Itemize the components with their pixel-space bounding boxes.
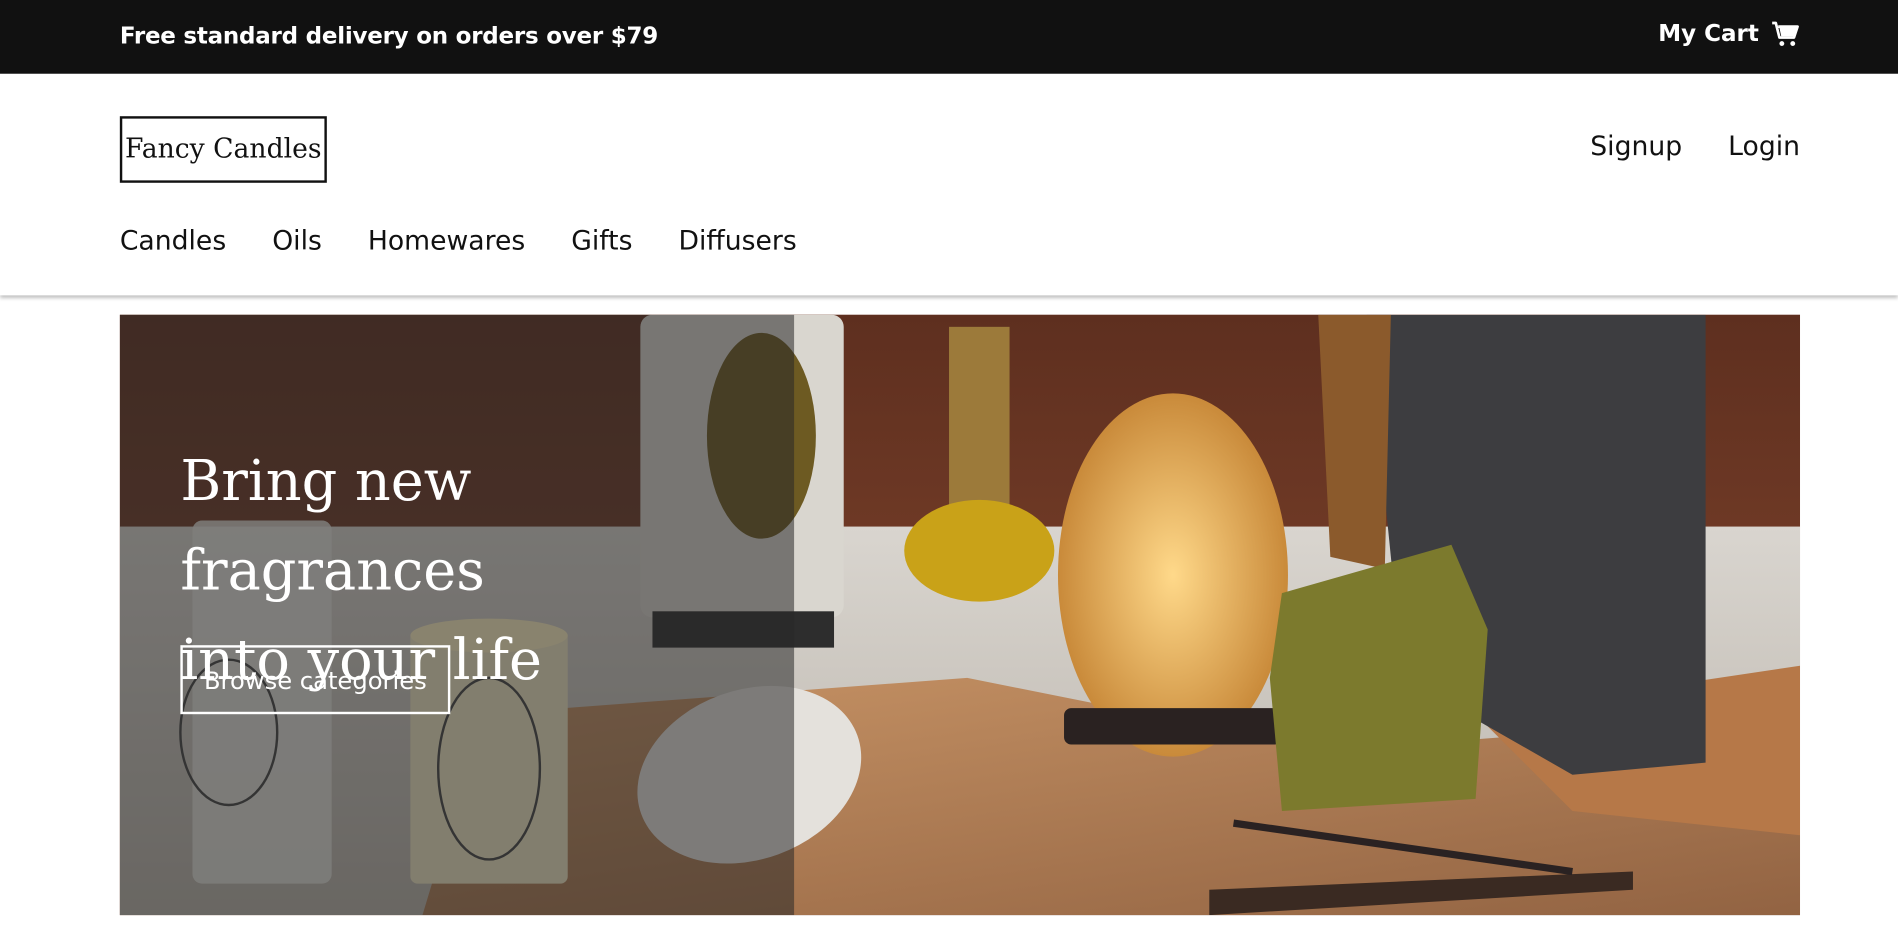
cart-icon [1772, 21, 1799, 46]
nav-item-homewares[interactable]: Homewares [368, 226, 525, 256]
nav-item-diffusers[interactable]: Diffusers [679, 226, 797, 256]
hero-headline-line-1: Bring new fragrances [180, 447, 485, 603]
nav-item-oils[interactable]: Oils [272, 226, 322, 256]
login-link[interactable]: Login [1728, 132, 1800, 162]
signup-link[interactable]: Signup [1590, 132, 1682, 162]
nav-item-candles[interactable]: Candles [120, 226, 226, 256]
nav-item-gifts[interactable]: Gifts [571, 226, 632, 256]
my-cart-button[interactable]: My Cart [1658, 20, 1800, 48]
hero-banner: Bring new fragrances into your life Brow… [119, 314, 1801, 916]
auth-links: Signup Login [1590, 132, 1800, 162]
promo-text: Free standard delivery on orders over $7… [119, 22, 659, 50]
site-header: Fancy Candles Signup Login Candles Oils … [0, 73, 1898, 296]
cart-label: My Cart [1658, 20, 1759, 48]
promo-bar: Free standard delivery on orders over $7… [0, 0, 1898, 74]
browse-categories-button[interactable]: Browse categories [180, 645, 451, 715]
logo[interactable]: Fancy Candles [119, 116, 327, 183]
main-nav: Candles Oils Homewares Gifts Diffusers [120, 226, 797, 256]
